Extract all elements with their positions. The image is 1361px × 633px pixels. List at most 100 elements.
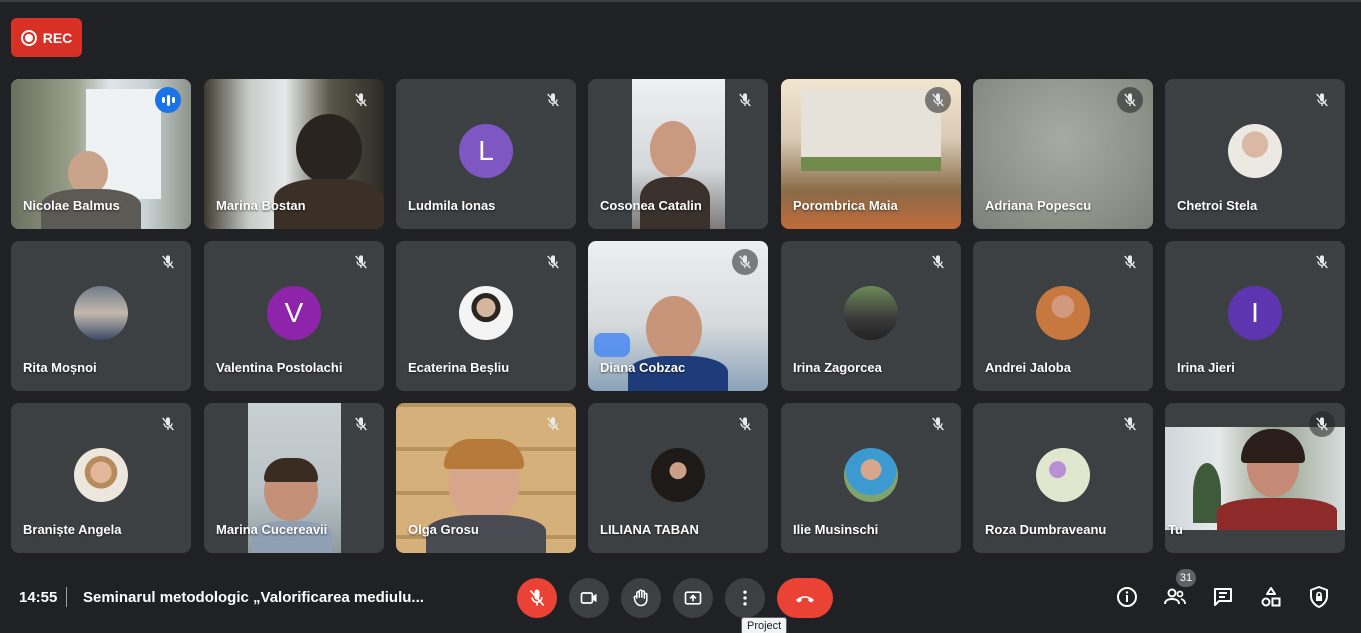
participant-name: Cosonea Catalin <box>600 198 702 213</box>
meeting-details-button[interactable] <box>1112 582 1142 612</box>
participant-count-badge: 31 <box>1176 569 1196 587</box>
avatar <box>1228 124 1282 178</box>
participant-name: Valentina Postolachi <box>216 360 343 375</box>
mic-off-icon <box>732 411 758 437</box>
mic-off-icon <box>155 411 181 437</box>
participant-tile[interactable]: Chetroi Stela <box>1165 79 1345 229</box>
participant-tile[interactable]: Olga Grosu <box>396 403 576 553</box>
participant-name: Porombrica Maia <box>793 198 898 213</box>
bottom-bar: 14:55 Seminarul metodologic „Valorificar… <box>0 565 1361 633</box>
mic-off-icon <box>925 87 951 113</box>
avatar <box>1036 286 1090 340</box>
participant-name: Irina Jieri <box>1177 360 1235 375</box>
more-options-button[interactable] <box>725 578 765 618</box>
avatar: I <box>1228 286 1282 340</box>
mic-off-icon <box>540 249 566 275</box>
avatar: L <box>459 124 513 178</box>
participant-tile[interactable]: Rita Moșnoi <box>11 241 191 391</box>
participant-tile[interactable]: Braniște Angela <box>11 403 191 553</box>
participant-name: Marina Cucereavii <box>216 522 328 537</box>
meeting-title[interactable]: Seminarul metodologic „Valorificarea med… <box>83 589 424 606</box>
present-screen-icon <box>684 591 702 605</box>
more-options-icon <box>743 590 747 606</box>
activities-button[interactable] <box>1256 582 1286 612</box>
mic-off-icon <box>348 87 374 113</box>
top-divider <box>0 0 1361 2</box>
participant-name: Braniște Angela <box>23 522 122 537</box>
camera-icon <box>580 592 597 604</box>
logo-background <box>594 333 630 357</box>
plants-background <box>801 157 941 171</box>
participant-tile[interactable]: Ilie Musinschi <box>781 403 961 553</box>
avatar <box>74 448 128 502</box>
participant-tile[interactable]: Andrei Jaloba <box>973 241 1153 391</box>
participant-name: Tu <box>1168 522 1183 537</box>
participant-tile[interactable]: Porombrica Maia <box>781 79 961 229</box>
people-icon <box>1164 588 1186 605</box>
microphone-toggle-button[interactable] <box>517 578 557 618</box>
chat-button[interactable] <box>1208 582 1238 612</box>
participant-tile[interactable]: L Ludmila Ionas <box>396 79 576 229</box>
participant-tile[interactable]: Irina Zagorcea <box>781 241 961 391</box>
mic-off-icon <box>155 249 181 275</box>
participant-name: Ecaterina Beșliu <box>408 360 510 375</box>
mic-off-icon <box>540 87 566 113</box>
participant-tile[interactable]: LILIANA TABAN <box>588 403 768 553</box>
participant-tile[interactable]: Ecaterina Beșliu <box>396 241 576 391</box>
info-icon <box>1117 587 1137 607</box>
recording-indicator[interactable]: REC <box>11 18 82 57</box>
avatar <box>74 286 128 340</box>
present-now-button[interactable] <box>673 578 713 618</box>
participant-name: Andrei Jaloba <box>985 360 1071 375</box>
mic-off-icon <box>529 589 545 607</box>
avatar <box>651 448 705 502</box>
mic-off-icon <box>348 411 374 437</box>
participant-name: LILIANA TABAN <box>600 522 699 537</box>
participant-name: Diana Cobzac <box>600 360 686 375</box>
participant-name: Rita Moșnoi <box>23 360 97 375</box>
chat-icon <box>1214 588 1232 606</box>
participant-name: Irina Zagorcea <box>793 360 882 375</box>
mic-off-icon <box>1117 249 1143 275</box>
participant-tile[interactable]: Marina Cucereavii <box>204 403 384 553</box>
leave-call-button[interactable] <box>777 578 833 618</box>
participant-name: Adriana Popescu <box>985 198 1092 213</box>
mic-off-icon <box>732 87 758 113</box>
host-controls-button[interactable] <box>1304 582 1334 612</box>
avatar <box>844 286 898 340</box>
clock: 14:55 <box>19 589 58 606</box>
participant-tile[interactable]: Adriana Popescu <box>973 79 1153 229</box>
hang-up-icon <box>796 596 814 603</box>
participant-tile[interactable]: Nicolae Balmus <box>11 79 191 229</box>
participant-tile[interactable]: Diana Cobzac <box>588 241 768 391</box>
participant-tile-self[interactable]: Tu <box>1165 403 1345 553</box>
building-background <box>801 89 941 159</box>
participant-tile[interactable]: Cosonea Catalin <box>588 79 768 229</box>
avatar: V <box>267 286 321 340</box>
person <box>444 439 524 469</box>
mic-off-icon <box>1309 411 1335 437</box>
participant-name: Olga Grosu <box>408 522 479 537</box>
speaking-indicator-icon <box>155 87 181 113</box>
participant-name: Roza Dumbraveanu <box>985 522 1107 537</box>
participant-name: Marina Bostan <box>216 198 306 213</box>
participant-tile[interactable]: Marina Bostan <box>204 79 384 229</box>
person <box>650 121 696 177</box>
person <box>296 114 362 184</box>
participant-tile[interactable]: I Irina Jieri <box>1165 241 1345 391</box>
host-controls-icon <box>1310 586 1328 608</box>
camera-toggle-button[interactable] <box>569 578 609 618</box>
avatar <box>844 448 898 502</box>
raise-hand-icon <box>633 589 648 607</box>
raise-hand-button[interactable] <box>621 578 661 618</box>
mic-off-icon <box>1117 87 1143 113</box>
mic-off-icon <box>925 249 951 275</box>
participant-tile[interactable]: V Valentina Postolachi <box>204 241 384 391</box>
mic-off-icon <box>732 249 758 275</box>
participant-name: Ludmila Ionas <box>408 198 496 213</box>
mic-off-icon <box>348 249 374 275</box>
divider <box>66 587 67 607</box>
person <box>646 296 702 362</box>
participant-tile[interactable]: Roza Dumbraveanu <box>973 403 1153 553</box>
participant-name: Chetroi Stela <box>1177 198 1258 213</box>
